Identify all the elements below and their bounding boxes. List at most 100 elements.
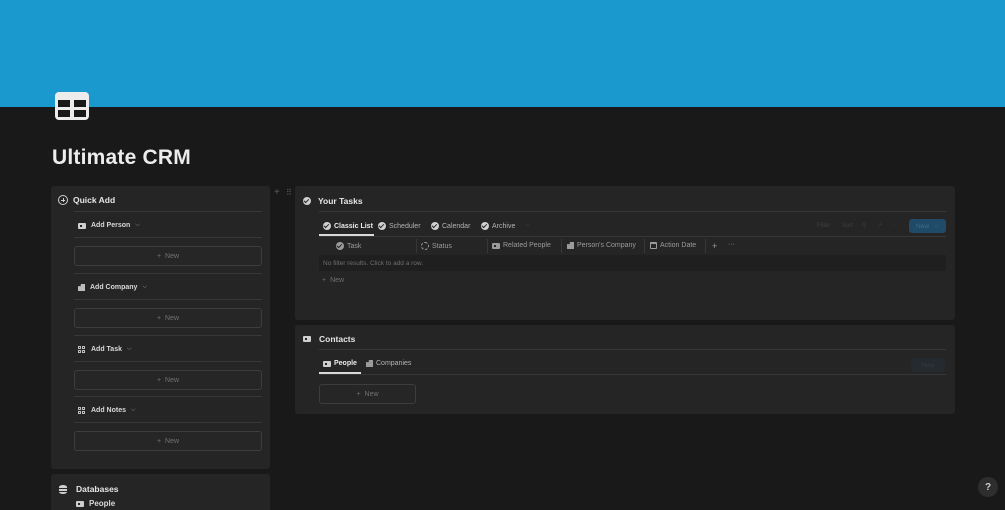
add-column-button[interactable]: + — [712, 241, 717, 251]
database-icon — [59, 484, 67, 494]
add-notes-new-button[interactable]: + New — [74, 431, 262, 451]
database-item-people[interactable]: People — [76, 499, 115, 508]
tab-label: Classic List — [334, 222, 373, 230]
contacts-header[interactable]: Contacts — [303, 334, 355, 344]
tab-companies[interactable]: Companies — [366, 360, 411, 367]
search-icon[interactable]: ⚲ — [862, 222, 866, 229]
column-persons-company[interactable]: Person's Company — [567, 242, 636, 249]
tab-people[interactable]: People — [323, 360, 357, 367]
building-icon — [366, 360, 373, 367]
check-circle-icon — [481, 222, 489, 230]
plus-icon: + — [322, 277, 327, 284]
divider — [319, 236, 946, 237]
divider — [74, 299, 262, 300]
contact-card-icon — [76, 500, 84, 507]
tasks-panel — [295, 186, 955, 320]
drag-handle-icon[interactable]: ⠿ — [286, 188, 292, 197]
table-icon[interactable] — [54, 91, 90, 121]
tasks-title: Your Tasks — [318, 196, 363, 206]
column-action-date[interactable]: Action Date — [650, 242, 696, 249]
filter-button[interactable]: Filter — [817, 223, 830, 229]
quick-add-header[interactable]: Quick Add — [58, 195, 115, 205]
new-label: New — [330, 277, 345, 284]
add-person-toggle[interactable]: Add Person ⌵ — [78, 222, 140, 229]
add-notes-toggle[interactable]: Add Notes ⌵ — [78, 407, 136, 414]
add-company-toggle[interactable]: Add Company ⌵ — [78, 284, 147, 291]
databases-header[interactable]: Databases — [59, 484, 119, 494]
plus-circle-icon — [58, 195, 68, 205]
contact-card-icon — [323, 360, 331, 367]
divider — [74, 273, 262, 274]
column-label: Status — [432, 242, 452, 250]
add-person-label: Add Person — [91, 222, 131, 229]
tab-scheduler[interactable]: Scheduler — [378, 222, 421, 230]
tab-label: Scheduler — [389, 222, 421, 230]
more-icon[interactable]: ··· — [892, 222, 898, 228]
column-related-people[interactable]: Related People — [492, 242, 551, 249]
building-icon — [78, 284, 85, 291]
tasks-new-button[interactable]: New ⌵ — [909, 219, 946, 233]
tab-label: Companies — [376, 360, 412, 367]
divider — [319, 349, 946, 350]
plus-icon: + — [156, 252, 162, 260]
chevron-down-icon: ⌵ — [934, 222, 939, 229]
add-task-new-button[interactable]: + New — [74, 370, 262, 390]
tab-label: Calendar — [442, 222, 471, 230]
chevron-down-icon: ⌵ — [135, 222, 140, 228]
new-label: New — [165, 437, 180, 445]
column-label: Person's Company — [577, 242, 636, 249]
divider — [74, 361, 262, 362]
sort-button[interactable]: Sort — [842, 223, 853, 229]
tab-label: Archive — [492, 222, 516, 230]
tab-archive[interactable]: Archive — [481, 222, 515, 230]
grid-icon — [78, 407, 86, 414]
page-cover[interactable] — [0, 0, 1005, 107]
expand-icon[interactable]: ↗ — [877, 222, 882, 229]
quick-add-title: Quick Add — [73, 195, 116, 205]
add-task-label: Add Task — [91, 346, 122, 353]
column-status[interactable]: Status — [421, 242, 452, 250]
add-company-label: Add Company — [90, 284, 138, 291]
tab-classic-list[interactable]: Classic List — [323, 222, 373, 230]
add-block-icon[interactable]: + — [274, 187, 280, 198]
chevron-down-icon[interactable]: ⌵ — [525, 222, 530, 229]
new-label: New — [364, 390, 379, 398]
contact-card-icon — [492, 242, 500, 249]
divider — [319, 211, 946, 212]
column-divider — [644, 239, 645, 253]
divider — [74, 335, 262, 336]
tab-label: People — [334, 360, 357, 367]
column-task[interactable]: Task — [336, 242, 361, 250]
chevron-down-icon: ⌵ — [127, 346, 132, 352]
help-label: ? — [984, 481, 992, 493]
contacts-title: Contacts — [319, 334, 356, 344]
help-button[interactable]: ? — [978, 477, 998, 497]
building-icon — [567, 242, 574, 249]
column-divider — [705, 239, 706, 253]
contacts-new-card-button[interactable]: + New — [319, 384, 416, 404]
divider — [74, 237, 262, 238]
check-circle-icon — [336, 242, 344, 250]
database-item-label: People — [89, 499, 116, 508]
new-label: New — [916, 222, 930, 230]
tasks-add-row-button[interactable]: + New — [322, 277, 344, 284]
contacts-new-button[interactable]: New — [911, 358, 945, 372]
new-label: New — [165, 376, 180, 384]
contact-card-icon — [78, 222, 86, 229]
empty-results-row[interactable]: No filter results. Click to add a row. — [319, 255, 946, 271]
calendar-icon — [650, 242, 657, 249]
divider — [74, 211, 262, 212]
more-columns-icon[interactable]: ··· — [728, 241, 735, 248]
divider — [74, 422, 262, 423]
tasks-header[interactable]: Your Tasks — [303, 196, 363, 206]
chevron-down-icon: ⌵ — [131, 407, 136, 413]
plus-icon: + — [356, 390, 361, 398]
add-person-new-button[interactable]: + New — [74, 246, 262, 266]
plus-icon: + — [156, 437, 162, 445]
add-task-toggle[interactable]: Add Task ⌵ — [78, 346, 132, 353]
tab-calendar[interactable]: Calendar — [431, 222, 470, 230]
check-circle-icon — [378, 222, 386, 230]
contact-card-icon — [303, 336, 311, 342]
add-company-new-button[interactable]: + New — [74, 308, 262, 328]
status-icon — [421, 242, 429, 250]
